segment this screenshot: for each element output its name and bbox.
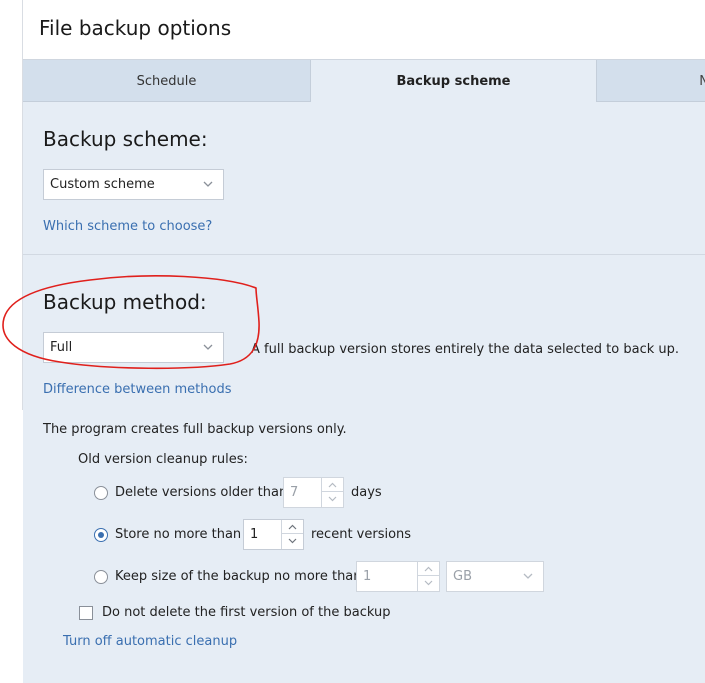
backup-scheme-heading: Backup scheme: <box>43 127 208 151</box>
keep-first-version-checkbox[interactable] <box>79 606 93 620</box>
days-unit: days <box>351 485 382 500</box>
keep-size-label: Keep size of the backup no more than <box>115 569 362 584</box>
days-stepper[interactable]: 7 <box>283 477 344 508</box>
backup-method-select[interactable]: Full <box>43 332 224 363</box>
full-versions-info: The program creates full backup versions… <box>43 422 347 437</box>
days-value: 7 <box>290 485 299 500</box>
chevron-down-icon[interactable] <box>418 576 439 590</box>
tab-notifications[interactable]: N <box>597 60 705 102</box>
days-stepper-buttons <box>321 478 343 507</box>
backup-method-heading: Backup method: <box>43 290 207 314</box>
chevron-up-icon[interactable] <box>418 562 439 576</box>
radio-store-no-more[interactable] <box>94 528 108 542</box>
backup-method-select-value: Full <box>50 340 73 355</box>
chevron-down-icon <box>203 344 213 350</box>
keep-first-version-label: Do not delete the first version of the b… <box>102 605 391 620</box>
size-unit-value: GB <box>453 569 472 584</box>
tab-bar: Schedule Backup scheme N <box>23 60 705 103</box>
versions-stepper-buttons <box>281 520 303 549</box>
tab-notifications-label: N <box>699 73 705 89</box>
tab-backup-scheme[interactable]: Backup scheme <box>310 60 597 103</box>
versions-unit: recent versions <box>311 527 412 542</box>
chevron-down-icon[interactable] <box>282 534 303 548</box>
which-scheme-link[interactable]: Which scheme to choose? <box>43 219 212 234</box>
delete-older-label: Delete versions older than <box>115 485 288 500</box>
chevron-down-icon <box>523 573 533 579</box>
chevron-down-icon <box>203 181 213 187</box>
difference-methods-link[interactable]: Difference between methods <box>43 382 231 397</box>
versions-value: 1 <box>250 527 259 542</box>
versions-stepper[interactable]: 1 <box>243 519 304 550</box>
title-bar: File backup options <box>23 0 705 60</box>
left-margin <box>0 0 22 683</box>
store-no-more-label: Store no more than <box>115 527 242 542</box>
size-stepper-buttons <box>417 562 439 591</box>
backup-method-description: A full backup version stores entirely th… <box>251 342 680 357</box>
chevron-up-icon[interactable] <box>322 478 343 492</box>
radio-delete-older[interactable] <box>94 486 108 500</box>
radio-keep-size[interactable] <box>94 570 108 584</box>
size-unit-select[interactable]: GB <box>446 561 544 592</box>
backup-scheme-panel: Backup scheme: Custom scheme Which schem… <box>23 102 705 683</box>
backup-scheme-select-value: Custom scheme <box>50 177 155 192</box>
tab-schedule[interactable]: Schedule <box>23 60 310 102</box>
section-divider <box>23 254 705 255</box>
window-title: File backup options <box>39 16 232 40</box>
cleanup-rules-heading: Old version cleanup rules: <box>78 452 248 467</box>
backup-scheme-select[interactable]: Custom scheme <box>43 169 224 200</box>
size-value: 1 <box>363 569 372 584</box>
turn-off-cleanup-link[interactable]: Turn off automatic cleanup <box>63 634 237 649</box>
chevron-up-icon[interactable] <box>282 520 303 534</box>
chevron-down-icon[interactable] <box>322 492 343 506</box>
size-stepper[interactable]: 1 <box>356 561 440 592</box>
